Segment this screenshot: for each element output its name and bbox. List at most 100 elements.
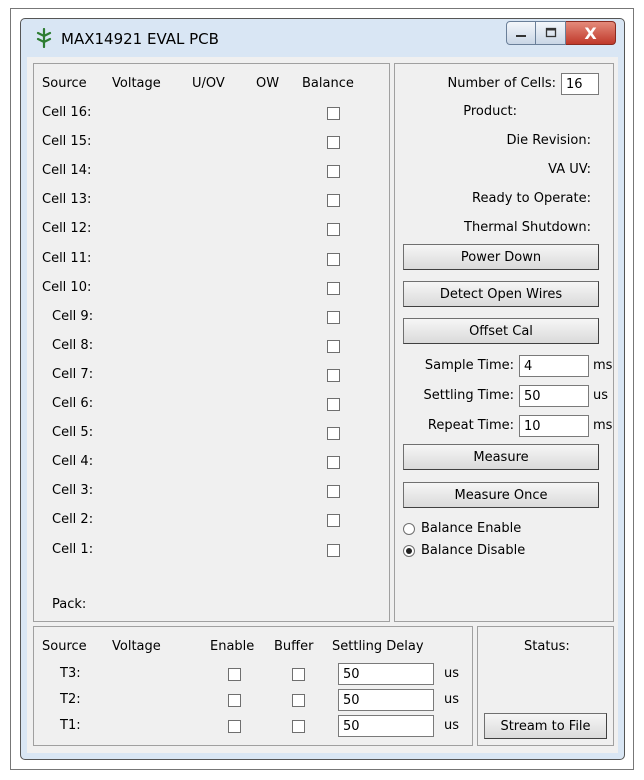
temp-settling-delay-input[interactable] <box>338 689 434 711</box>
balance-disable-radio[interactable] <box>403 545 415 557</box>
cell-label: Cell 14: <box>42 163 92 179</box>
cell-balance-checkbox[interactable] <box>327 194 340 208</box>
maximize-button[interactable] <box>536 21 566 45</box>
minimize-icon <box>516 35 526 37</box>
temp-buffer-checkbox[interactable] <box>292 694 305 707</box>
temp-settling-delay-unit: us <box>444 718 460 733</box>
temp-source-label: T2: <box>60 692 81 707</box>
window-controls: X <box>506 21 616 47</box>
cell-balance-checkbox[interactable] <box>327 398 340 411</box>
temp-buffer-checkbox[interactable] <box>292 668 305 681</box>
sample-time-unit: ms <box>593 358 613 373</box>
die-revision-label: Die Revision: <box>506 133 591 148</box>
cells-header-uov: U/OV <box>192 76 225 91</box>
cell-balance-checkbox[interactable] <box>327 543 340 557</box>
measure-button[interactable]: Measure <box>403 444 599 470</box>
num-cells-input[interactable] <box>561 73 599 95</box>
temp-buffer-checkbox[interactable] <box>292 720 305 733</box>
cell-balance-checkbox[interactable] <box>327 223 340 237</box>
cell-balance-checkbox[interactable] <box>327 107 340 120</box>
settling-time-label: Settling Time: <box>423 388 515 403</box>
balance-enable-label: Balance Enable <box>421 521 522 536</box>
cell-label: Cell 7: <box>52 366 94 382</box>
cell-label: Cell 4: <box>52 454 94 470</box>
repeat-time-input[interactable] <box>519 415 589 437</box>
app-window: MAX14921 EVAL PCB X Source Voltage U/OV … <box>20 18 625 760</box>
cell-label: Cell 15: <box>42 134 92 150</box>
pack-label: Pack: <box>52 597 87 612</box>
measure-once-button[interactable]: Measure Once <box>403 482 599 508</box>
temp-settling-delay-input[interactable] <box>338 663 434 685</box>
window-title: MAX14921 EVAL PCB <box>61 30 219 48</box>
status-label: Status: <box>524 639 570 654</box>
balance-enable-radio[interactable] <box>403 523 415 535</box>
cells-header-balance: Balance <box>302 76 354 91</box>
temp-enable-checkbox[interactable] <box>228 694 241 707</box>
power-down-button[interactable]: Power Down <box>403 244 599 270</box>
close-icon: X <box>584 23 597 43</box>
temp-settling-delay-unit: us <box>444 692 460 707</box>
pcb-app-icon <box>36 28 52 48</box>
cell-label: Cell 3: <box>52 483 94 499</box>
cell-label: Cell 10: <box>42 279 92 295</box>
temp-header-settling-delay: Settling Delay <box>332 639 424 654</box>
stream-to-file-button[interactable]: Stream to File <box>484 713 607 739</box>
cell-balance-checkbox[interactable] <box>327 485 340 499</box>
cell-label: Cell 6: <box>52 396 94 411</box>
controls-group: Number of Cells: Product: Die Revision: … <box>394 63 614 622</box>
settling-time-unit: us <box>593 388 609 403</box>
temp-settling-delay-unit: us <box>444 666 460 681</box>
repeat-time-label: Repeat Time: <box>427 418 514 433</box>
maximize-icon <box>545 27 556 38</box>
cell-label: Cell 1: <box>52 541 94 557</box>
cells-header-source: Source <box>42 76 87 91</box>
num-cells-label: Number of Cells: <box>447 76 556 91</box>
temperature-group: Source Voltage Enable Buffer Settling De… <box>33 626 473 746</box>
cell-balance-checkbox[interactable] <box>327 252 340 266</box>
temp-enable-checkbox[interactable] <box>228 668 241 681</box>
cell-label: Cell 9: <box>52 308 94 324</box>
thermal-shutdown-label: Thermal Shutdown: <box>464 220 591 235</box>
sample-time-input[interactable] <box>519 355 589 377</box>
cell-balance-checkbox[interactable] <box>327 339 340 353</box>
status-group: Status: Stream to File <box>477 626 614 746</box>
ready-to-operate-label: Ready to Operate: <box>472 191 591 206</box>
cell-label: Cell 5: <box>52 425 94 441</box>
settling-time-input[interactable] <box>519 385 589 407</box>
cell-balance-checkbox[interactable] <box>327 368 340 382</box>
cell-label: Cell 16: <box>42 105 92 120</box>
temp-settling-delay-input[interactable] <box>338 715 434 737</box>
sample-time-label: Sample Time: <box>424 358 514 373</box>
cell-balance-checkbox[interactable] <box>327 456 340 470</box>
cells-header-ow: OW <box>256 76 280 91</box>
temp-header-buffer: Buffer <box>274 639 314 654</box>
temp-enable-checkbox[interactable] <box>228 720 241 733</box>
balance-disable-label: Balance Disable <box>421 543 526 558</box>
close-button[interactable]: X <box>566 21 616 45</box>
cell-balance-checkbox[interactable] <box>327 281 340 295</box>
temp-source-label: T1: <box>60 718 81 733</box>
title-bar: MAX14921 EVAL PCB X <box>21 19 624 55</box>
temp-source-label: T3: <box>60 666 81 681</box>
offset-cal-button[interactable]: Offset Cal <box>403 318 599 344</box>
cell-balance-checkbox[interactable] <box>327 165 340 179</box>
cells-group: Source Voltage U/OV OW Balance Cell 16: C… <box>33 63 390 622</box>
cell-label: Cell 13: <box>42 192 92 208</box>
client-area: Source Voltage U/OV OW Balance Cell 16: C… <box>27 57 618 753</box>
cell-label: Cell 8: <box>52 337 94 353</box>
cell-label: Cell 12: <box>42 221 92 237</box>
temp-header-voltage: Voltage <box>112 639 161 654</box>
detect-open-wires-button[interactable]: Detect Open Wires <box>403 281 599 307</box>
minimize-button[interactable] <box>506 21 536 45</box>
cell-label: Cell 2: <box>52 512 94 528</box>
repeat-time-unit: ms <box>593 418 613 433</box>
temp-header-source: Source <box>42 639 87 654</box>
cell-balance-checkbox[interactable] <box>327 427 340 441</box>
cell-balance-checkbox[interactable] <box>327 136 340 150</box>
product-label: Product: <box>463 104 517 119</box>
cell-label: Cell 11: <box>42 250 92 266</box>
cell-balance-checkbox[interactable] <box>327 514 340 528</box>
va-uv-label: VA UV: <box>548 162 591 177</box>
cell-balance-checkbox[interactable] <box>327 310 340 324</box>
temp-header-enable: Enable <box>210 639 255 654</box>
